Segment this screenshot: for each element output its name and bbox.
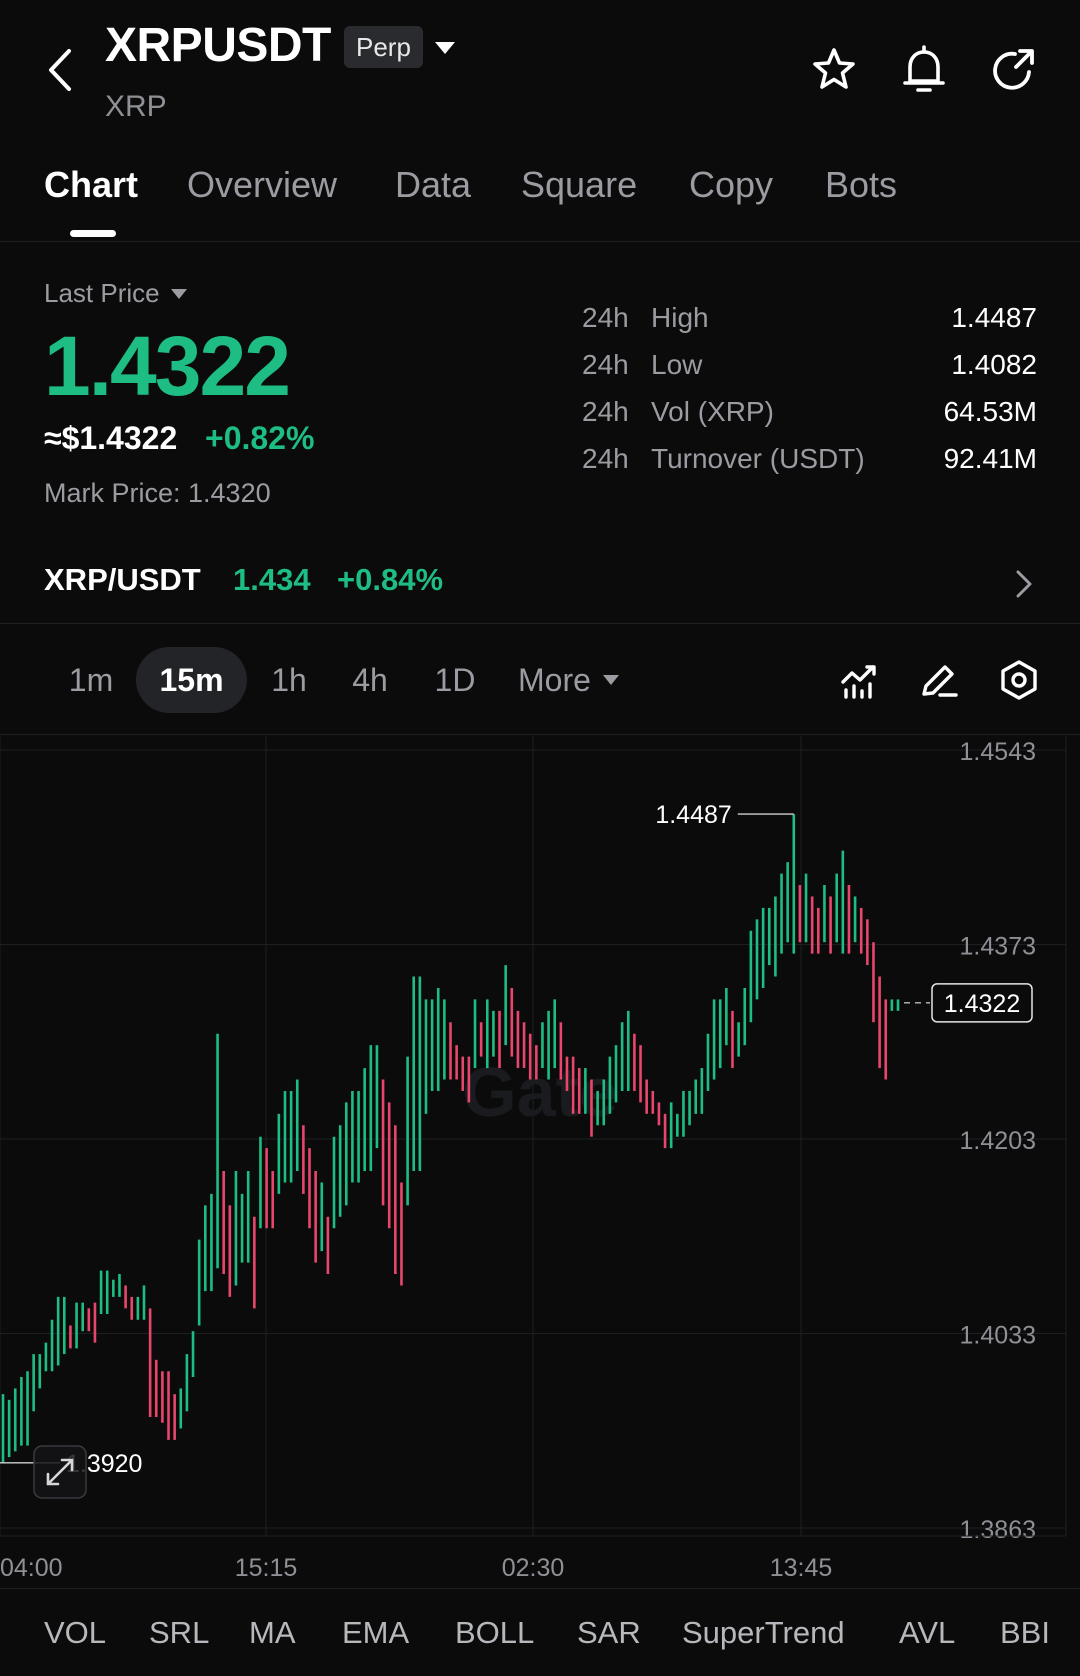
x-tick-label: 02:30 bbox=[502, 1554, 565, 1582]
tab-data[interactable]: Data bbox=[395, 164, 471, 206]
indicators-button[interactable] bbox=[834, 655, 884, 705]
x-tick-label: 04:00 bbox=[0, 1554, 63, 1582]
tab-copy[interactable]: Copy bbox=[689, 164, 773, 206]
mark-price: Mark Price: 1.4320 bbox=[44, 478, 271, 508]
interval-bar: 1m 15m 1h 4h 1D More bbox=[0, 625, 1080, 735]
interval-1d[interactable]: 1D bbox=[418, 647, 492, 713]
stat-24h-turnover: 24h Turnover (USDT) 92.41M bbox=[582, 443, 1037, 483]
share-button[interactable] bbox=[987, 44, 1039, 96]
current-price-label: 1.4322 bbox=[944, 990, 1020, 1018]
more-label: More bbox=[518, 662, 591, 698]
spot-price: 1.434 bbox=[233, 562, 311, 597]
stat-value: 92.41M bbox=[943, 443, 1037, 474]
spot-market-link[interactable]: XRP/USDT 1.434 +0.84% bbox=[0, 548, 1080, 624]
fiat-price: ≈$1.4322 bbox=[44, 420, 178, 456]
favorite-button[interactable] bbox=[808, 44, 860, 96]
stat-label: Low bbox=[651, 349, 703, 380]
chart-canvas[interactable]: 1.4543 1.4373 1.4203 1.4033 1.3863 04:00 15:15… bbox=[0, 736, 1080, 1588]
y-tick-label: 1.3863 bbox=[960, 1516, 1036, 1544]
tab-chart[interactable]: Chart bbox=[44, 164, 138, 206]
caret-down-icon bbox=[170, 288, 187, 299]
y-tick-label: 1.4033 bbox=[960, 1322, 1036, 1350]
stat-value: 1.4082 bbox=[951, 349, 1037, 380]
candlestick-chart[interactable]: 1.4543 1.4373 1.4203 1.4033 1.3863 04:00 15:15… bbox=[0, 736, 1080, 1588]
stat-24h-low: 24h Low 1.4082 bbox=[582, 349, 1037, 389]
high-marker-label: 1.4487 bbox=[655, 801, 731, 829]
star-icon bbox=[813, 48, 855, 89]
draw-tool-button[interactable] bbox=[914, 655, 964, 705]
tab-overview[interactable]: Overview bbox=[187, 164, 337, 206]
price-alert-button[interactable] bbox=[898, 44, 950, 96]
draw-pen-icon bbox=[922, 665, 958, 697]
x-tick-label: 15:15 bbox=[235, 1554, 298, 1582]
spot-pair: XRP/USDT bbox=[44, 562, 201, 597]
stat-period: 24h bbox=[582, 396, 629, 427]
y-tick-label: 1.4543 bbox=[960, 738, 1036, 766]
back-arrow-icon bbox=[49, 49, 71, 91]
stat-label: Vol (XRP) bbox=[651, 396, 774, 427]
stat-period: 24h bbox=[582, 349, 629, 380]
interval-15m[interactable]: 15m bbox=[136, 647, 247, 713]
x-tick-label: 13:45 bbox=[770, 1554, 833, 1582]
indicator-vol[interactable]: VOL bbox=[44, 1615, 106, 1651]
last-price: 1.4322 bbox=[44, 319, 291, 413]
main-tabs: Chart Overview Data Square Copy Bots bbox=[0, 160, 1080, 242]
chevron-right-icon bbox=[1016, 570, 1032, 598]
spot-change: +0.84% bbox=[337, 562, 444, 597]
stat-label: High bbox=[651, 302, 709, 333]
chart-settings-button[interactable] bbox=[994, 655, 1044, 705]
back-button[interactable] bbox=[36, 40, 84, 100]
y-tick-label: 1.4203 bbox=[960, 1127, 1036, 1155]
indicator-supertrend[interactable]: SuperTrend bbox=[682, 1615, 845, 1651]
bell-icon bbox=[903, 45, 945, 92]
indicator-avl[interactable]: AVL bbox=[899, 1615, 955, 1651]
contract-type-badge: Perp bbox=[344, 26, 423, 68]
last-price-label: Last Price bbox=[44, 278, 160, 308]
interval-more-dropdown[interactable]: More bbox=[518, 647, 621, 713]
base-asset-name: XRP bbox=[105, 90, 167, 123]
indicator-icon bbox=[841, 665, 876, 699]
interval-1h[interactable]: 1h bbox=[256, 647, 322, 713]
y-tick-label: 1.4373 bbox=[960, 933, 1036, 961]
stat-value: 64.53M bbox=[943, 396, 1037, 427]
indicator-bar: VOL SRL MA EMA BOLL SAR SuperTrend AVL B… bbox=[0, 1588, 1080, 1676]
settings-hex-icon bbox=[1001, 660, 1037, 700]
indicator-bbi[interactable]: BBI bbox=[1000, 1615, 1050, 1651]
last-price-selector[interactable]: Last Price bbox=[44, 278, 188, 309]
interval-4h[interactable]: 4h bbox=[336, 647, 404, 713]
stat-24h-volume: 24h Vol (XRP) 64.53M bbox=[582, 396, 1037, 436]
interval-1m[interactable]: 1m bbox=[52, 647, 130, 713]
tab-bots[interactable]: Bots bbox=[825, 164, 897, 206]
stat-period: 24h bbox=[582, 302, 629, 333]
share-icon bbox=[993, 49, 1034, 90]
active-tab-indicator bbox=[70, 230, 116, 237]
indicator-ma[interactable]: MA bbox=[249, 1615, 296, 1651]
watermark-logo: Gate bbox=[462, 1053, 618, 1131]
indicator-sar[interactable]: SAR bbox=[577, 1615, 641, 1651]
indicator-srl[interactable]: SRL bbox=[149, 1615, 209, 1651]
stat-24h-high: 24h High 1.4487 bbox=[582, 302, 1037, 342]
chevron-down-icon[interactable] bbox=[432, 38, 458, 58]
header: XRPUSDT Perp XRP bbox=[0, 0, 1080, 140]
tab-square[interactable]: Square bbox=[521, 164, 637, 206]
indicator-ema[interactable]: EMA bbox=[342, 1615, 409, 1651]
symbol-title[interactable]: XRPUSDT bbox=[105, 18, 331, 73]
stat-value: 1.4487 bbox=[951, 302, 1037, 333]
caret-down-icon bbox=[602, 675, 619, 685]
price-change-percent: +0.82% bbox=[205, 420, 315, 456]
stat-period: 24h bbox=[582, 443, 629, 474]
indicator-boll[interactable]: BOLL bbox=[455, 1615, 534, 1651]
stat-label: Turnover (USDT) bbox=[651, 443, 865, 474]
